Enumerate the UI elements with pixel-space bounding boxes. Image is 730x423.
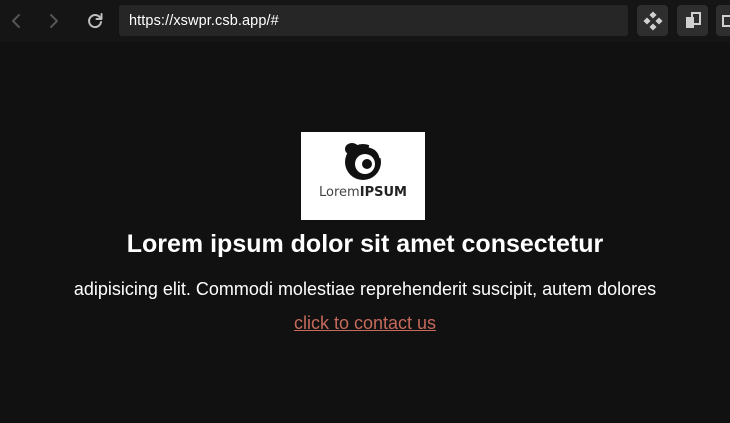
window-icon — [722, 14, 730, 27]
extension-button-3[interactable] — [716, 5, 730, 36]
address-bar[interactable]: https://xswpr.csb.app/# — [119, 5, 628, 36]
arrow-left-icon — [12, 14, 20, 28]
page-headline: Lorem ipsum dolor sit amet consectetur — [126, 230, 604, 258]
browser-toolbar: https://xswpr.csb.app/# — [0, 0, 730, 42]
logo: LoremIPSUM — [301, 132, 425, 220]
extension-button-1[interactable] — [637, 5, 668, 36]
logo-text-bold: IPSUM — [359, 185, 407, 200]
address-url: https://xswpr.csb.app/# — [129, 12, 279, 29]
reload-button[interactable] — [82, 8, 108, 34]
back-button[interactable] — [4, 8, 30, 34]
contact-link-wrapper: click to contact us — [0, 313, 730, 334]
logo-text: LoremIPSUM — [301, 185, 425, 200]
extension-button-2[interactable] — [677, 5, 708, 36]
page-content: LoremIPSUM Lorem ipsum dolor sit amet co… — [0, 42, 730, 423]
page-subtext: adipisicing elit. Commodi molestiae repr… — [73, 279, 657, 299]
copy-pages-icon — [685, 11, 701, 28]
diamond-dots-icon — [642, 10, 663, 31]
forward-button[interactable] — [40, 8, 66, 34]
contact-link[interactable]: click to contact us — [294, 313, 436, 333]
reload-icon — [88, 13, 103, 29]
logo-mark-icon — [345, 143, 383, 180]
arrow-right-icon — [50, 14, 58, 28]
logo-text-light: Lorem — [319, 185, 360, 200]
